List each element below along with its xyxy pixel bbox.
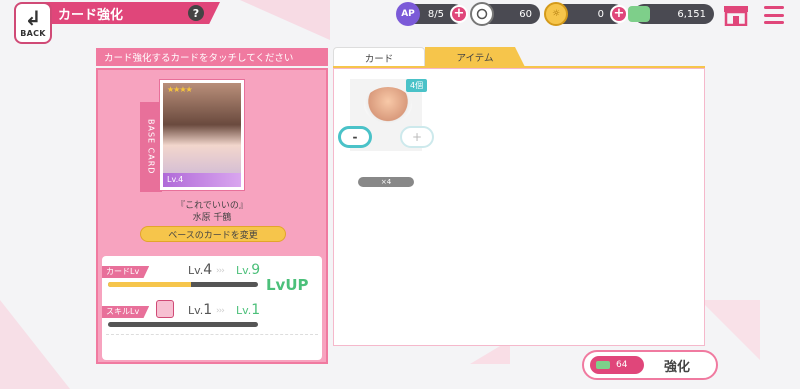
enhance-cost: 64 bbox=[590, 356, 644, 374]
cake-item-icon bbox=[364, 87, 412, 123]
card-level: Lv.4 bbox=[163, 173, 241, 187]
card-character-name: 水原 千鶴 bbox=[192, 213, 232, 223]
coin-plus-button[interactable]: + bbox=[610, 5, 628, 23]
card-lv-current: Lv.4 bbox=[188, 262, 213, 278]
tab-item[interactable]: アイテム bbox=[425, 47, 525, 67]
card-stars: ★★★★ bbox=[167, 85, 193, 94]
ap-value: 8/5 bbox=[427, 8, 444, 20]
skill-lv-current: Lv.1 bbox=[188, 302, 213, 318]
skill-lv-next: Lv.1 bbox=[236, 302, 261, 318]
card-lv-progress-bar bbox=[108, 282, 258, 287]
hamburger-menu-icon[interactable] bbox=[764, 6, 784, 24]
change-base-card-button[interactable]: ベースのカードを変更 bbox=[140, 226, 286, 242]
base-card-tab: BASE CARD bbox=[140, 102, 162, 192]
back-arrow-icon: ↲ bbox=[24, 6, 42, 30]
money-icon bbox=[596, 361, 610, 369]
back-button[interactable]: ↲ BACK bbox=[14, 2, 52, 44]
item-minus-button[interactable]: - bbox=[338, 126, 372, 148]
skill-icon bbox=[156, 300, 174, 318]
skill-lv-label: スキルLv bbox=[102, 306, 150, 318]
bg-decoration-2 bbox=[0, 300, 70, 389]
gem-counter: 60 bbox=[470, 2, 540, 26]
card-art: ★★★★ Lv.4 bbox=[163, 83, 241, 187]
coin-icon: ☼ bbox=[544, 2, 568, 26]
ap-icon: AP bbox=[396, 2, 420, 26]
enhance-label: 強化 bbox=[664, 359, 691, 375]
base-card[interactable]: ★★★★ Lv.4 bbox=[160, 80, 244, 190]
level-stats: カードLv Lv.4 ››› Lv.9 LvUP スキルLv Lv.1 ››› … bbox=[102, 256, 322, 360]
money-counter: 6,151 bbox=[628, 4, 714, 24]
card-lv-progress-fill bbox=[108, 282, 191, 287]
top-bar: カード強化 ? AP 8/5 + 60 ☼ 0 + 6,151 bbox=[0, 0, 800, 30]
material-area: カード アイテム 4個 - + ×4 bbox=[333, 47, 705, 346]
item-count-badge: 4個 bbox=[406, 79, 428, 92]
skill-lv-progress-bar bbox=[108, 322, 258, 327]
skill-lv-arrows: ››› bbox=[216, 306, 225, 316]
divider bbox=[106, 334, 318, 335]
enhance-button[interactable]: 64 強化 bbox=[582, 350, 718, 380]
base-card-panel: BASE CARD ★★★★ Lv.4 『これでいいの』 水原 千鶴 ベースのカ… bbox=[96, 68, 328, 364]
card-lv-arrows: ››› bbox=[216, 266, 225, 276]
coin-counter: ☼ 0 + bbox=[544, 2, 628, 26]
item-plus-button[interactable]: + bbox=[400, 126, 434, 148]
tab-card[interactable]: カード bbox=[333, 47, 425, 67]
item-quantity: ×4 bbox=[358, 177, 414, 187]
base-card-slot[interactable]: BASE CARD ★★★★ Lv.4 bbox=[140, 80, 244, 192]
instruction-banner: カード強化するカードをタッチしてください bbox=[96, 48, 328, 66]
gem-value: 60 bbox=[519, 8, 532, 20]
lvup-indicator: LvUP bbox=[266, 276, 309, 294]
ap-counter: AP 8/5 + bbox=[396, 2, 468, 26]
money-value: 6,151 bbox=[677, 8, 706, 20]
coin-value: 0 bbox=[597, 8, 604, 20]
ap-plus-button[interactable]: + bbox=[450, 5, 468, 23]
money-icon bbox=[628, 6, 650, 22]
item-list: 4個 - + ×4 bbox=[333, 68, 705, 346]
card-lv-label: カードLv bbox=[102, 266, 150, 278]
gem-icon bbox=[470, 2, 494, 26]
help-button[interactable]: ? bbox=[188, 5, 204, 21]
card-lv-next: Lv.9 bbox=[236, 262, 261, 278]
shop-icon[interactable] bbox=[722, 4, 750, 27]
